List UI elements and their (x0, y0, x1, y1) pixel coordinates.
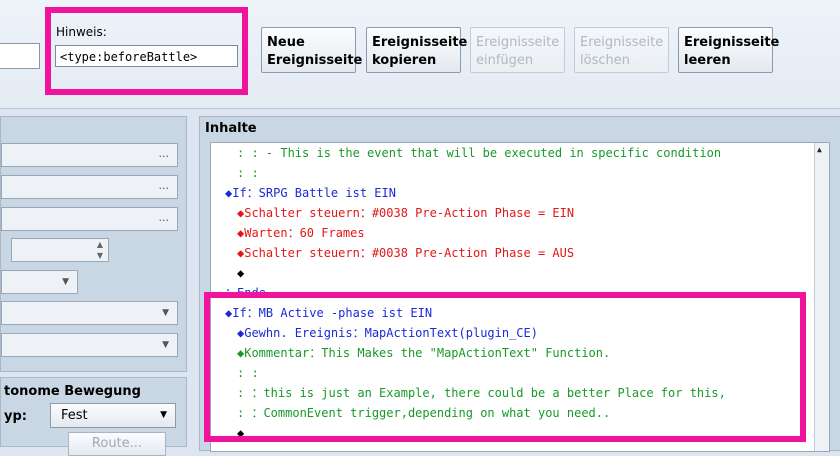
chevron-down-icon: ▼ (160, 410, 167, 420)
contents-panel: Inhalte : : - This is the event that wil… (199, 116, 840, 452)
hint-input[interactable]: <type:beforeBattle> (55, 45, 238, 67)
command-line[interactable]: ◆Schalter steuern：#0038 Pre-Action Phase… (237, 243, 574, 263)
movement-type-select[interactable]: Fest ▼ (50, 403, 176, 428)
scroll-up-icon[interactable]: ▲ (817, 145, 822, 154)
command-line[interactable]: ◆Schalter steuern：#0038 Pre-Action Phase… (237, 203, 574, 223)
autonomous-movement-panel: tonome Bewegung yp: Fest ▼ Route... (0, 377, 187, 456)
autonomous-movement-title: tonome Bewegung (4, 384, 141, 399)
copy-page-button[interactable]: Ereignisseite kopieren (366, 27, 467, 73)
priority-combo[interactable]: ▼ (1, 333, 178, 357)
spin-down-icon[interactable]: ▼ (12, 250, 103, 261)
command-line[interactable]: : ：CommonEvent trigger,depending on what… (237, 403, 610, 423)
delete-page-button[interactable]: Ereignisseite löschen (574, 27, 669, 73)
command-list[interactable]: : : - This is the event that will be exe… (210, 142, 830, 452)
condition-field-2[interactable]: ... (1, 175, 178, 199)
command-line[interactable]: : ：this is just an Example, there could … (237, 383, 726, 403)
scrollbar[interactable]: ▲ (814, 143, 829, 451)
toolbar: Hinweis: <type:beforeBattle> Neue Ereign… (0, 0, 840, 109)
command-line[interactable]: : : (237, 363, 259, 383)
paste-page-button[interactable]: Ereignisseite einfügen (470, 27, 565, 73)
command-line[interactable]: ◆Gewhn. Ereignis：MapActionText(plugin_CE… (237, 323, 538, 343)
command-line[interactable]: ：Ende (225, 283, 266, 303)
conditions-panel: ... ... ... ▲ ▼ ▼ ▼ ▼ (0, 116, 187, 372)
clear-page-button[interactable]: Ereignisseite leeren (678, 27, 779, 73)
command-line[interactable]: ◆Kommentar：This Makes the "MapActionText… (237, 343, 610, 363)
movement-type-value: Fest (61, 408, 88, 423)
condition-field-3[interactable]: ... (1, 207, 178, 231)
condition-field-1[interactable]: ... (1, 143, 178, 167)
command-line[interactable]: ◆Warten：60 Frames (237, 223, 365, 243)
command-line[interactable]: ◆If：MB Active -phase ist EIN (225, 303, 432, 323)
hint-label: Hinweis: (56, 25, 107, 39)
trigger-combo[interactable]: ▼ (1, 301, 178, 325)
route-button[interactable]: Route... (68, 432, 166, 456)
command-line[interactable]: : : - This is the event that will be exe… (237, 143, 721, 163)
contents-title: Inhalte (205, 121, 257, 136)
name-input[interactable] (0, 43, 40, 69)
spin-up-icon[interactable]: ▲ (12, 239, 103, 250)
new-page-button[interactable]: Neue Ereignisseite (261, 27, 362, 73)
movement-type-label: yp: (4, 409, 27, 424)
command-line[interactable]: ◆ (237, 263, 244, 283)
command-line[interactable]: ◆ (237, 423, 244, 443)
command-line[interactable]: : : (237, 163, 259, 183)
value-spinner[interactable]: ▲ ▼ (11, 238, 109, 262)
selector-combo[interactable]: ▼ (1, 270, 78, 294)
command-line[interactable]: ◆If：SRPG Battle ist EIN (225, 183, 396, 203)
